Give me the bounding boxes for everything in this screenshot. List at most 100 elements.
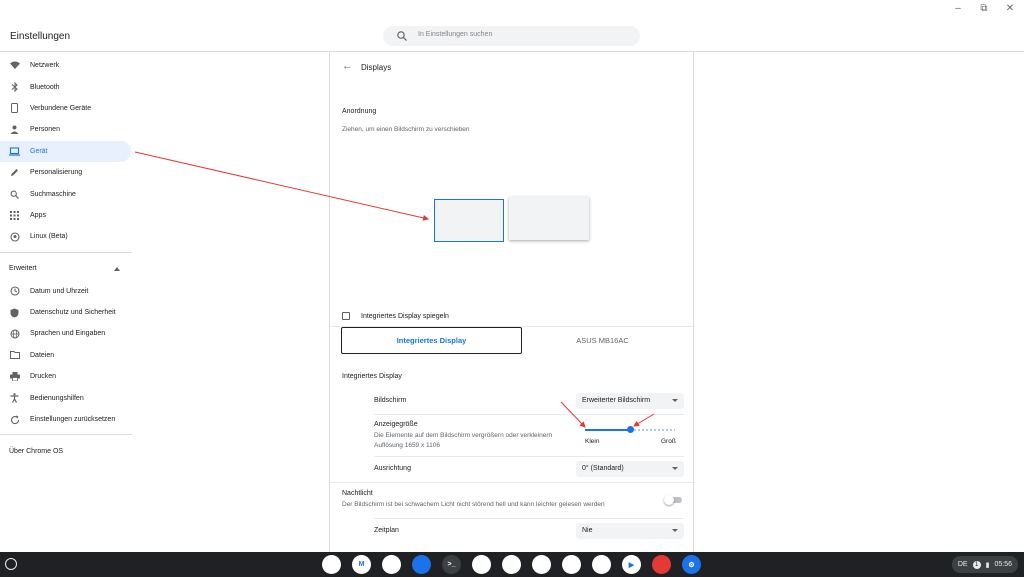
slider-max-label: Groß xyxy=(661,438,676,445)
slider-knob[interactable] xyxy=(627,426,634,433)
orientation-select[interactable]: 0° (Standard) xyxy=(576,461,684,477)
sidebar-divider xyxy=(0,251,132,253)
files-app-icon[interactable] xyxy=(412,555,431,574)
sidebar-item-label: Einstellungen zurücksetzen xyxy=(30,416,116,424)
sheets-app-icon[interactable] xyxy=(502,555,521,574)
divider xyxy=(374,518,684,519)
chrome-app-icon[interactable] xyxy=(322,555,341,574)
sidebar-item-zuruecksetzen[interactable]: Einstellungen zurücksetzen xyxy=(0,409,140,430)
builtin-display-tile[interactable] xyxy=(434,199,504,242)
slider-fill xyxy=(585,429,630,431)
sidebar-item-label: Gerät xyxy=(30,147,48,155)
chevron-up-icon xyxy=(114,266,120,271)
evernote-app-icon[interactable] xyxy=(562,555,581,574)
mirror-checkbox[interactable] xyxy=(342,312,350,320)
sidebar-item-personalisierung[interactable]: Personalisierung xyxy=(0,162,140,183)
sidebar-item-label: Apps xyxy=(30,211,46,219)
gmail-app-icon[interactable]: M xyxy=(352,555,371,574)
divider xyxy=(330,482,695,483)
sidebar-item-label: Bluetooth xyxy=(30,83,60,91)
nightlight-description: Der Bildschirm ist bei schwachem Licht n… xyxy=(342,501,605,508)
terminal-app-icon[interactable]: >_ xyxy=(442,555,461,574)
sidebar-item-sprachen[interactable]: Sprachen und Eingaben xyxy=(0,323,140,344)
phone-icon xyxy=(9,103,20,114)
dropdown-caret-icon xyxy=(672,529,678,532)
calendar-app-icon[interactable] xyxy=(382,555,401,574)
sidebar-item-linux[interactable]: Linux (Beta) xyxy=(0,226,140,247)
accessibility-icon xyxy=(9,393,20,404)
sidebar-item-about[interactable]: Über Chrome OS xyxy=(0,439,140,463)
launcher-button[interactable] xyxy=(5,558,17,570)
reset-icon xyxy=(9,414,20,425)
display-size-slider[interactable] xyxy=(585,426,675,433)
mirror-label: Integriertes Display spiegeln xyxy=(361,313,449,320)
wifi-icon xyxy=(9,60,20,71)
nightlight-label: Nachtlicht xyxy=(342,490,373,497)
sidebar-item-drucken[interactable]: Drucken xyxy=(0,366,140,387)
apps-grid-icon xyxy=(9,210,20,221)
display-section-title: Integriertes Display xyxy=(342,373,402,380)
screen-select-value: Erweiterter Bildschirm xyxy=(582,397,651,404)
sidebar-item-label: Personen xyxy=(30,126,60,134)
orientation-label: Ausrichtung xyxy=(374,465,411,472)
sidebar-item-label: Bedienungshilfen xyxy=(30,394,84,402)
battery-icon: ▮ xyxy=(985,561,990,569)
sidebar-item-label: Linux (Beta) xyxy=(30,233,68,241)
shield-icon xyxy=(9,307,20,318)
sidebar-item-bluetooth[interactable]: Bluetooth xyxy=(0,76,140,97)
sidebar-item-dateien[interactable]: Dateien xyxy=(0,345,140,366)
resolution-text: Auflösung 1659 x 1106 xyxy=(374,442,441,449)
nightlight-toggle[interactable] xyxy=(664,495,682,505)
back-arrow-icon[interactable]: ← xyxy=(342,60,353,72)
language-indicator: DE xyxy=(957,561,968,568)
sidebar: Netzwerk Bluetooth Verbundene Geräte Per… xyxy=(0,55,140,463)
settings-app-icon[interactable]: ⚙ xyxy=(682,555,701,574)
shelf: M >_ ▶ ⚙ DE 1 ▮ 05:56 xyxy=(0,552,1024,577)
sidebar-item-datenschutz[interactable]: Datenschutz und Sicherheit xyxy=(0,302,140,323)
sidebar-item-label: Verbundene Geräte xyxy=(30,104,92,112)
slider-rest xyxy=(630,429,675,431)
screen-label: Bildschirm xyxy=(374,397,407,404)
sidebar-item-geraet[interactable]: Gerät xyxy=(0,140,131,162)
dropdown-caret-icon xyxy=(672,467,678,470)
play-store-app-icon[interactable]: ▶ xyxy=(622,555,641,574)
sidebar-item-label: Datenschutz und Sicherheit xyxy=(30,309,116,317)
search-input[interactable]: In Einstellungen suchen xyxy=(383,26,640,46)
displays-card: ← Displays Anordnung Ziehen, um einen Bi… xyxy=(329,52,695,552)
tab-integriertes-display[interactable]: Integriertes Display xyxy=(341,327,522,354)
clock-icon xyxy=(9,286,20,297)
tab-asus-mb16ac[interactable]: ASUS MB16AC xyxy=(530,327,675,354)
sidebar-item-label: Drucken xyxy=(30,373,57,381)
sidebar-about-label: Über Chrome OS xyxy=(9,447,64,455)
divider xyxy=(374,414,684,415)
person-icon xyxy=(9,124,20,135)
sidebar-item-datum-uhrzeit[interactable]: Datum und Uhrzeit xyxy=(0,281,140,302)
sidebar-advanced-toggle[interactable]: Erweitert xyxy=(0,257,140,281)
dropdown-caret-icon xyxy=(672,399,678,402)
sidebar-item-bedienungshilfen[interactable]: Bedienungshilfen xyxy=(0,387,140,408)
status-tray[interactable]: DE 1 ▮ 05:56 xyxy=(951,556,1018,573)
slider-min-label: Klein xyxy=(585,438,600,445)
sidebar-item-verbundene-geraete[interactable]: Verbundene Geräte xyxy=(0,98,140,119)
bluetooth-icon xyxy=(9,82,20,93)
sidebar-item-netzwerk[interactable]: Netzwerk xyxy=(0,55,140,76)
sidebar-item-personen[interactable]: Personen xyxy=(0,119,140,140)
docs-app-icon[interactable] xyxy=(472,555,491,574)
search-icon xyxy=(9,189,20,200)
screen-select[interactable]: Erweiterter Bildschirm xyxy=(576,393,684,409)
stadia-app-icon[interactable] xyxy=(652,555,671,574)
sidebar-item-suchmaschine[interactable]: Suchmaschine xyxy=(0,183,140,204)
external-display-tile[interactable] xyxy=(509,197,589,240)
schedule-select-value: Nie xyxy=(582,527,593,534)
keep-app-icon[interactable] xyxy=(532,555,551,574)
sidebar-item-label: Suchmaschine xyxy=(30,190,76,198)
divider xyxy=(374,456,684,457)
schedule-select[interactable]: Nie xyxy=(576,523,684,539)
sidebar-divider xyxy=(0,434,132,436)
app-title: Einstellungen xyxy=(10,31,71,42)
search-placeholder: In Einstellungen suchen xyxy=(418,31,493,38)
sidebar-item-label: Datum und Uhrzeit xyxy=(30,287,89,295)
keep-notes-app-icon[interactable] xyxy=(592,555,611,574)
sidebar-item-apps[interactable]: Apps xyxy=(0,205,140,226)
display-size-label: Anzeigegröße xyxy=(374,421,418,428)
